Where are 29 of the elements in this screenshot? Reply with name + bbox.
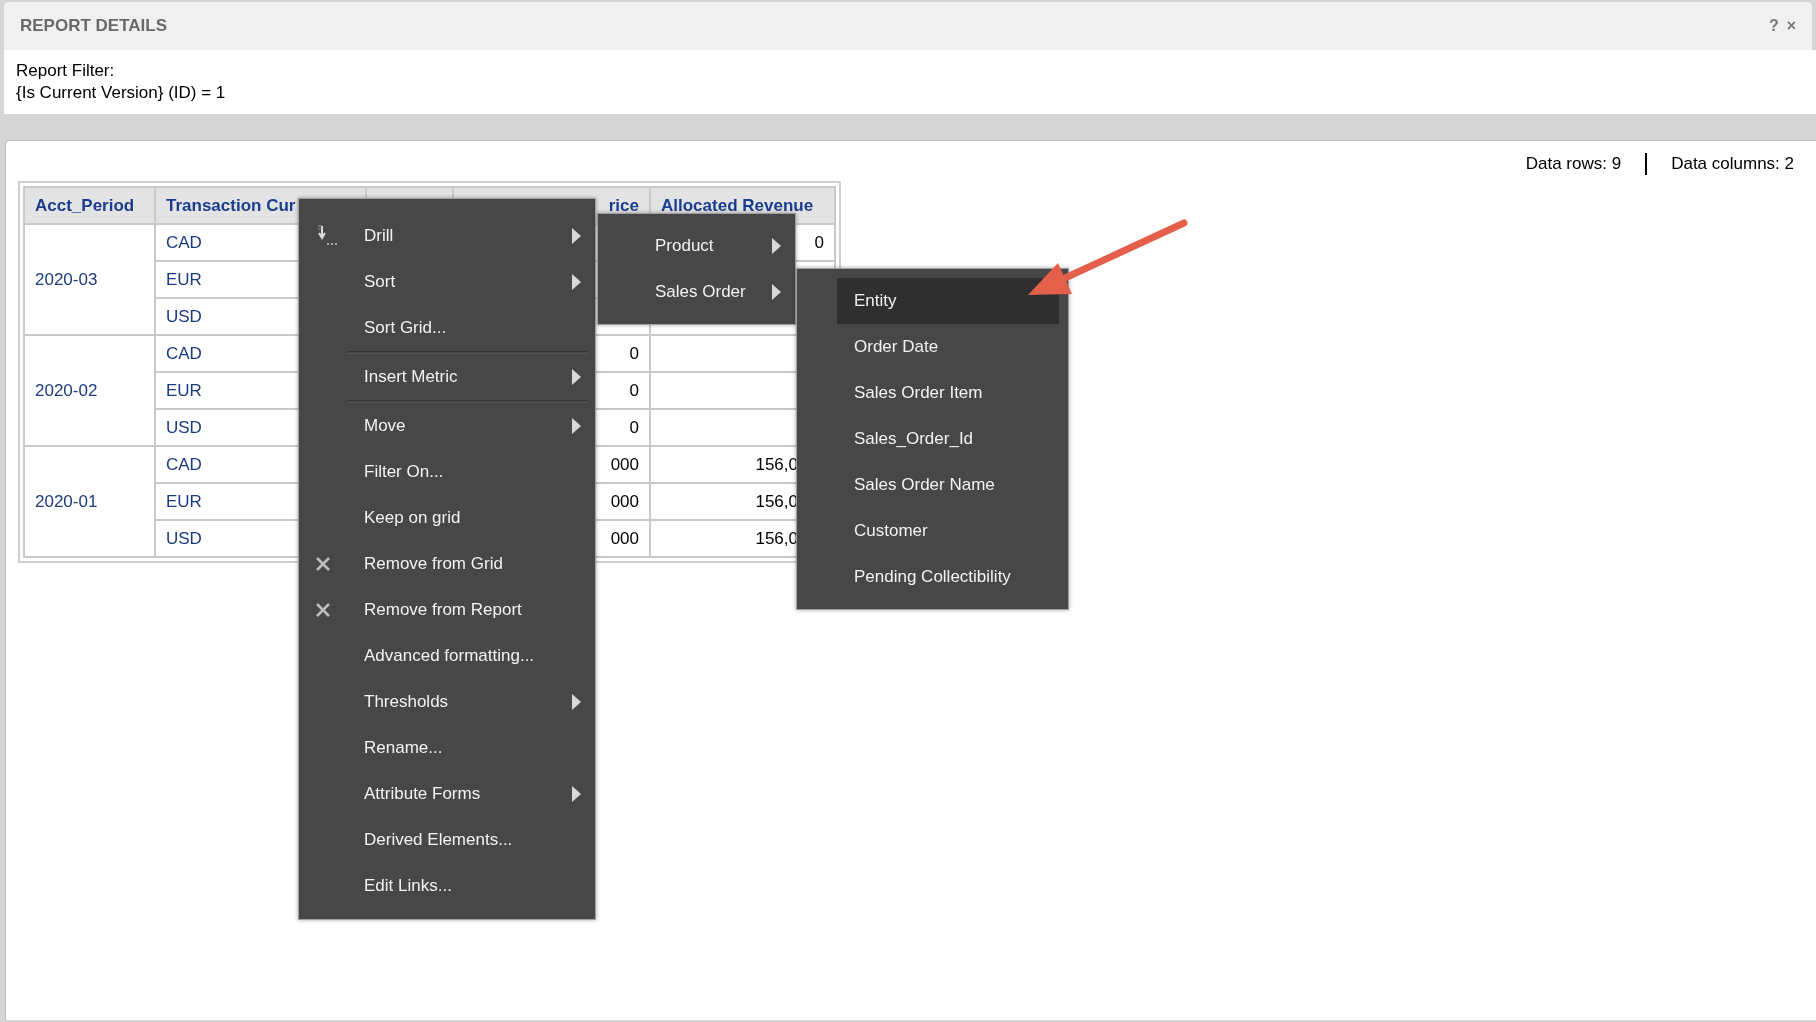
help-icon[interactable]: ? [1768,14,1779,38]
period-cell[interactable]: 2020-01 [24,446,155,557]
menu-item[interactable]: Entity [837,278,1059,324]
menu-item[interactable]: Advanced formatting... [299,633,595,679]
column-header[interactable]: Acct_Period [24,187,155,224]
menu-item[interactable]: Derived Elements... [299,817,595,863]
drill-down-icon [315,225,337,247]
menu-item[interactable]: Attribute Forms [299,771,595,817]
menu-item[interactable]: Pending Collectibility [837,554,1059,600]
menu-item[interactable]: Sales Order [598,269,795,315]
data-rows-count: Data rows: 9 [1525,153,1622,176]
menu-item[interactable]: Sales_Order_Id [837,416,1059,462]
menu-item[interactable]: Sales Order Item [837,370,1059,416]
period-cell[interactable]: 2020-02 [24,335,155,446]
period-cell[interactable]: 2020-03 [24,224,155,335]
remove-icon [315,602,331,618]
menu-item[interactable]: Sales Order Name [837,462,1059,508]
menu-item[interactable]: Order Date [837,324,1059,370]
data-columns-count: Data columns: 2 [1671,153,1794,176]
filter-label: Report Filter: [16,60,116,82]
menu-item[interactable]: Rename... [299,725,595,771]
panel-title: REPORT DETAILS [20,15,168,38]
menu-item[interactable]: Edit Links... [299,863,595,909]
filter-value: {Is Current Version} (ID) = 1 [16,82,227,104]
remove-icon [315,556,331,572]
menu-item[interactable]: Remove from Report [299,587,595,633]
menu-item[interactable]: Customer [837,508,1059,554]
close-icon[interactable]: × [1786,14,1796,38]
menu-item[interactable]: Thresholds [299,679,595,725]
